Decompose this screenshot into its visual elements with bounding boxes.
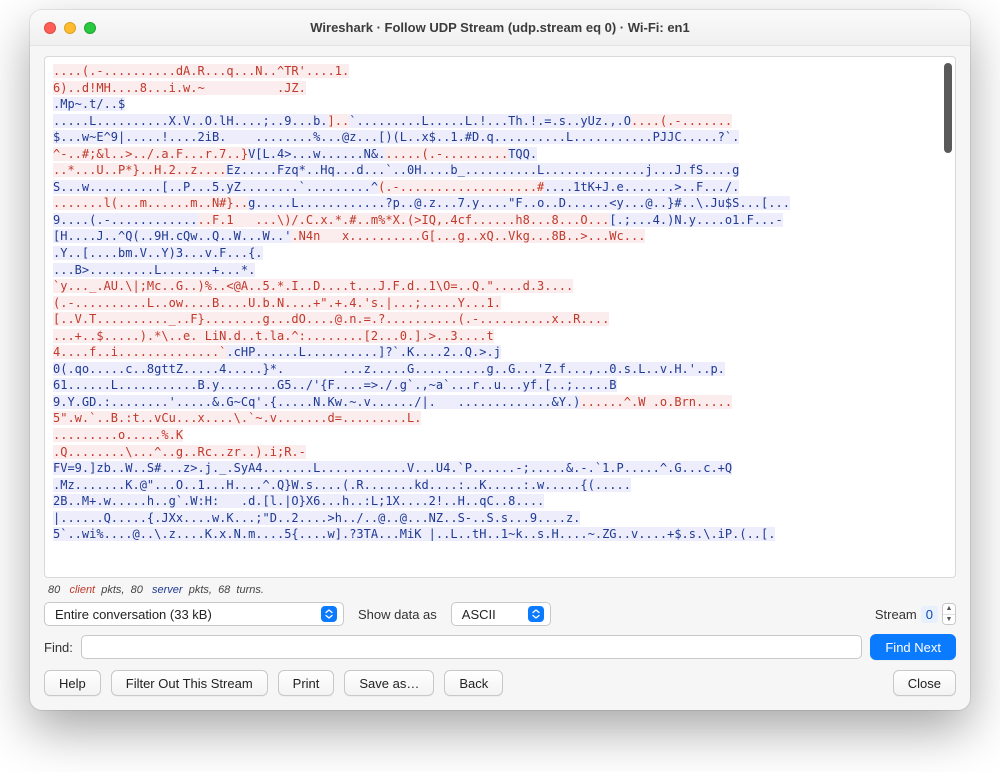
- stream-step-arrows[interactable]: ▲ ▼: [942, 603, 956, 625]
- packet-stats: 80 client pkts, 80 server pkts, 68 turns…: [48, 584, 952, 596]
- print-button[interactable]: Print: [278, 670, 335, 696]
- back-button[interactable]: Back: [444, 670, 503, 696]
- stream-value[interactable]: 0: [921, 606, 938, 623]
- find-row: Find: Find Next: [44, 634, 956, 660]
- show-data-label: Show data as: [358, 607, 437, 622]
- dialog-window: Wireshark · Follow UDP Stream (udp.strea…: [30, 10, 970, 710]
- save-as-button[interactable]: Save as…: [344, 670, 434, 696]
- chevron-up-icon[interactable]: ▲: [943, 604, 955, 614]
- help-button[interactable]: Help: [44, 670, 101, 696]
- find-input[interactable]: [81, 635, 862, 659]
- find-next-button[interactable]: Find Next: [870, 634, 956, 660]
- close-window-icon[interactable]: [44, 22, 56, 34]
- minimize-window-icon[interactable]: [64, 22, 76, 34]
- show-data-value: ASCII: [462, 607, 496, 622]
- stream-viewer: ....(.-..........dA.R...q...N..^TR'....1…: [44, 56, 956, 578]
- scrollbar-thumb[interactable]: [944, 63, 952, 153]
- find-label: Find:: [44, 640, 73, 655]
- conversation-select-value: Entire conversation (33 kB): [55, 607, 212, 622]
- stream-label: Stream: [875, 607, 917, 622]
- options-row: Entire conversation (33 kB) Show data as…: [44, 602, 956, 626]
- server-color-label: server: [152, 584, 183, 596]
- traffic-lights: [44, 22, 96, 34]
- close-button[interactable]: Close: [893, 670, 956, 696]
- title-bar: Wireshark · Follow UDP Stream (udp.strea…: [30, 10, 970, 46]
- button-bar: Help Filter Out This Stream Print Save a…: [44, 670, 956, 696]
- stream-text[interactable]: ....(.-..........dA.R...q...N..^TR'....1…: [45, 57, 941, 577]
- window-title: Wireshark · Follow UDP Stream (udp.strea…: [30, 20, 970, 35]
- zoom-window-icon[interactable]: [84, 22, 96, 34]
- conversation-select[interactable]: Entire conversation (33 kB): [44, 602, 344, 626]
- chevron-down-icon[interactable]: ▼: [943, 614, 955, 624]
- filter-out-button[interactable]: Filter Out This Stream: [111, 670, 268, 696]
- client-color-label: client: [69, 584, 95, 596]
- chevron-updown-icon: [321, 606, 337, 622]
- stream-stepper: Stream 0 ▲ ▼: [875, 603, 956, 625]
- show-data-select[interactable]: ASCII: [451, 602, 551, 626]
- chevron-updown-icon: [528, 606, 544, 622]
- scrollbar[interactable]: [941, 57, 955, 577]
